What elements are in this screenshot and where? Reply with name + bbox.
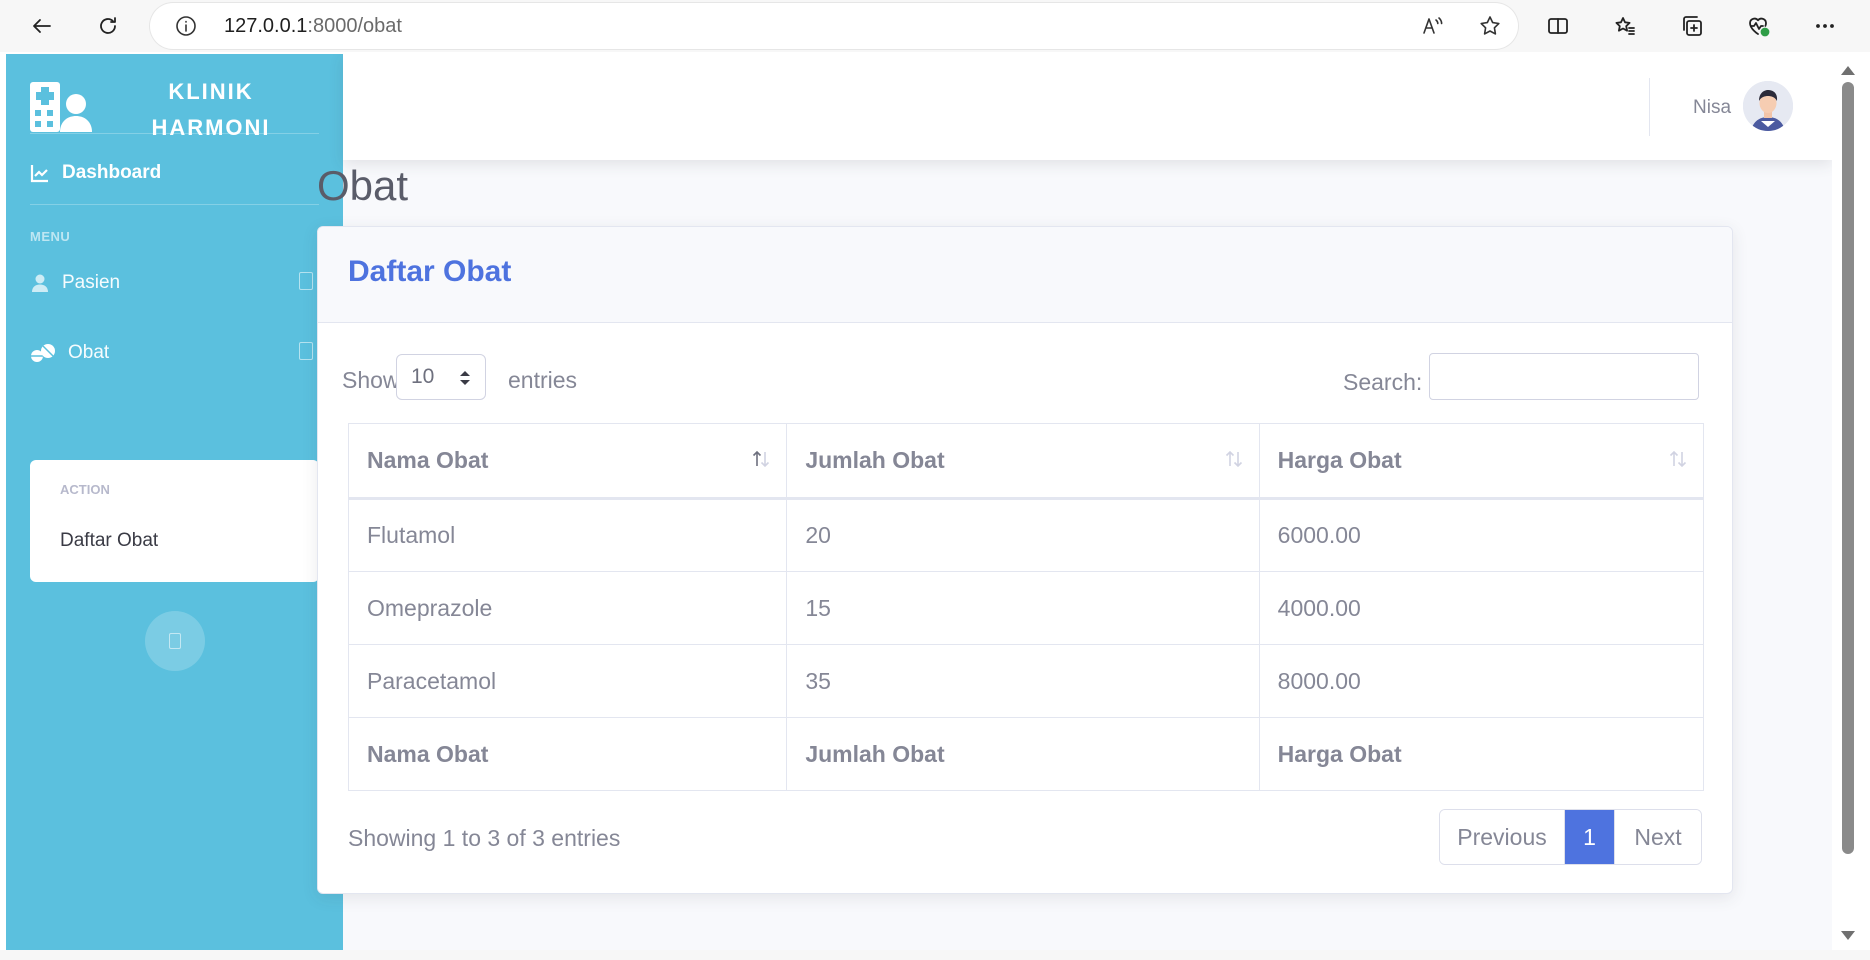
user-name[interactable]: Nisa — [1693, 97, 1731, 119]
topbar-divider — [1649, 78, 1650, 136]
table-cell: 15 — [786, 571, 1260, 645]
column-header-harga-obat[interactable]: Harga Obat — [1258, 423, 1705, 500]
toggle-icon — [169, 633, 181, 649]
entries-label: entries — [508, 367, 578, 393]
table-info: Showing 1 to 3 of 3 entries — [348, 825, 621, 851]
column-footer: Nama Obat — [347, 717, 788, 791]
table-cell: Omeprazole — [347, 571, 788, 645]
table-cell: 4000.00 — [1258, 571, 1705, 645]
browser-toolbar: 127.0.0.1:8000/obat — [0, 0, 1870, 52]
column-header-nama-obat[interactable]: Nama Obat — [347, 423, 788, 500]
sidebar-divider — [30, 204, 319, 205]
table-cell: 20 — [786, 498, 1260, 572]
table-row: Flutamol 20 6000.00 — [347, 498, 1705, 572]
scroll-down-icon[interactable] — [1841, 931, 1855, 940]
sidebar-item-label: Obat — [68, 342, 110, 363]
url-path: :8000/obat — [307, 15, 402, 37]
sort-icon — [1223, 448, 1245, 470]
entries-length-select[interactable]: 10 — [396, 354, 486, 400]
table-row: Omeprazole 15 4000.00 — [347, 571, 1705, 645]
read-aloud-icon[interactable] — [1420, 14, 1444, 38]
card-header: Daftar Obat — [318, 227, 1732, 323]
table-cell: 8000.00 — [1258, 644, 1705, 718]
page-title: Obat — [317, 162, 409, 209]
url-host: 127.0.0.1 — [224, 15, 308, 37]
url-text: 127.0.0.1:8000/obat — [224, 15, 402, 38]
select-arrows-icon — [459, 369, 471, 387]
medicine-table: Nama Obat Jumlah Obat Harga Obat Flutamo… — [347, 423, 1705, 791]
table-cell: Flutamol — [347, 498, 788, 572]
browser-health-icon[interactable] — [1738, 6, 1778, 46]
table-cell: 6000.00 — [1258, 498, 1705, 572]
sidebar-brand[interactable]: KLINIK HARMONI — [6, 54, 343, 160]
submenu-header: ACTION — [60, 482, 110, 497]
card-title: Daftar Obat — [348, 255, 512, 288]
brand-name: KLINIK HARMONI — [116, 74, 306, 146]
sidebar-item-obat[interactable]: Obat — [30, 342, 109, 364]
chevron-icon — [299, 342, 313, 360]
sidebar-item-label: Pasien — [62, 272, 121, 293]
reload-icon[interactable] — [88, 6, 128, 46]
pagination: Previous 1 Next — [1439, 809, 1702, 865]
scroll-up-icon[interactable] — [1841, 66, 1855, 75]
submenu-obat: ACTION Daftar Obat — [30, 460, 319, 582]
next-page-button[interactable]: Next — [1615, 810, 1701, 864]
sidebar-item-dashboard[interactable]: Dashboard — [30, 162, 161, 184]
chevron-icon — [299, 272, 313, 290]
sidebar-item-pasien[interactable]: Pasien — [30, 272, 120, 294]
entries-length-value: 10 — [411, 365, 435, 388]
pills-icon — [30, 343, 56, 363]
sidebar-heading: MENU — [30, 229, 71, 244]
sidebar-toggle-button[interactable] — [145, 611, 205, 671]
user-injured-icon — [30, 273, 50, 293]
page-viewport: KLINIK HARMONI Dashboard MENU Pasien Oba… — [6, 54, 1832, 950]
search-input[interactable] — [1429, 353, 1699, 400]
topbar: Nisa — [343, 54, 1832, 160]
column-footer: Jumlah Obat — [786, 717, 1260, 791]
column-header-label: Jumlah Obat — [805, 447, 945, 473]
table-row: Paracetamol 35 8000.00 — [347, 644, 1705, 718]
table-header-row: Nama Obat Jumlah Obat Harga Obat — [347, 423, 1705, 500]
column-header-jumlah-obat[interactable]: Jumlah Obat — [786, 423, 1260, 500]
sidebar: KLINIK HARMONI Dashboard MENU Pasien Oba… — [6, 54, 343, 950]
more-options-icon[interactable] — [1805, 6, 1845, 46]
column-header-label: Harga Obat — [1277, 447, 1402, 473]
column-header-label: Nama Obat — [367, 447, 489, 473]
split-screen-icon[interactable] — [1538, 6, 1578, 46]
chart-line-icon — [30, 163, 50, 183]
brand-line-1: KLINIK — [168, 79, 254, 104]
table-cell: 35 — [786, 644, 1260, 718]
submenu-item-daftar-obat[interactable]: Daftar Obat — [60, 530, 158, 552]
previous-page-button[interactable]: Previous — [1440, 810, 1565, 864]
back-icon[interactable] — [22, 6, 62, 46]
scrollbar-thumb[interactable] — [1842, 82, 1854, 854]
sidebar-item-label: Dashboard — [62, 162, 162, 183]
medicine-card: Daftar Obat Show 10 entries Search: Nama… — [317, 226, 1733, 894]
sidebar-divider — [30, 133, 319, 134]
favorites-icon[interactable] — [1605, 6, 1645, 46]
page-scrollbar[interactable] — [1832, 54, 1864, 950]
table-footer-row: Nama Obat Jumlah Obat Harga Obat — [347, 717, 1705, 791]
avatar[interactable] — [1743, 81, 1793, 131]
search-label: Search: — [1343, 369, 1423, 395]
collections-icon[interactable] — [1672, 6, 1712, 46]
column-footer: Harga Obat — [1258, 717, 1705, 791]
favorite-star-icon[interactable] — [1478, 14, 1502, 38]
window-bottom-edge — [0, 950, 1870, 960]
sort-icon — [1667, 448, 1689, 470]
show-label: Show — [342, 367, 400, 393]
clinic-user-icon — [30, 82, 92, 132]
table-cell: Paracetamol — [347, 644, 788, 718]
address-bar[interactable]: 127.0.0.1:8000/obat — [150, 3, 1518, 49]
site-info-icon[interactable] — [174, 14, 198, 38]
sort-ascending-icon — [750, 448, 772, 470]
brand-line-2: HARMONI — [151, 115, 271, 140]
page-1-button[interactable]: 1 — [1565, 810, 1615, 864]
